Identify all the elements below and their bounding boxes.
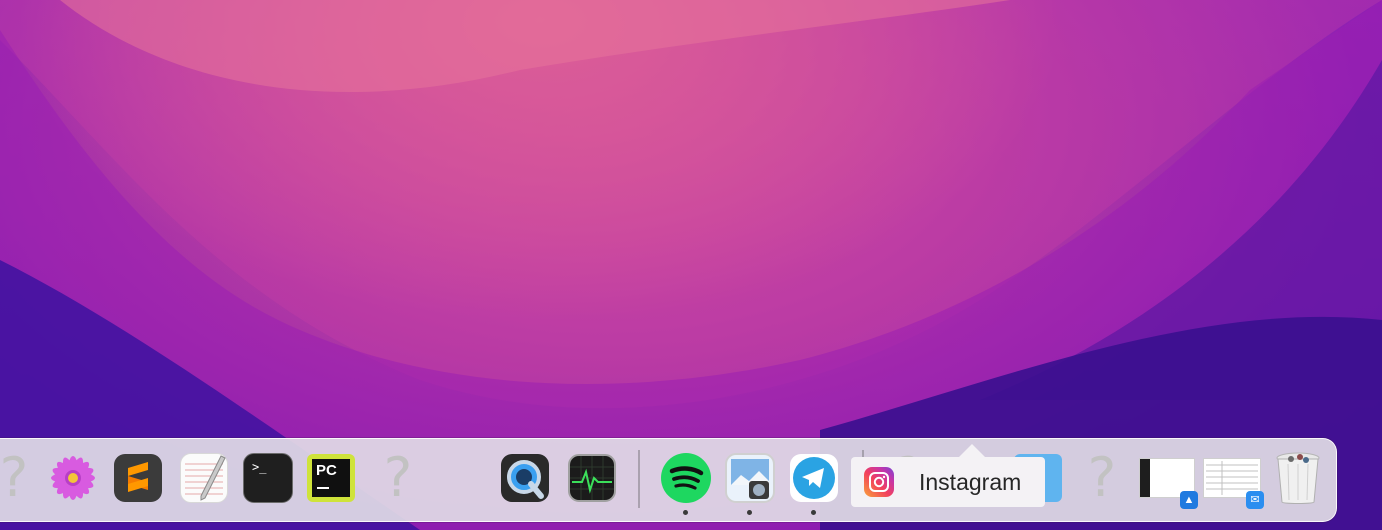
flower-icon [51, 456, 95, 500]
dock-app-unknown-2[interactable]: ? [370, 450, 426, 506]
pycharm-glyph: PC [316, 462, 337, 479]
question-mark-icon: ? [383, 446, 413, 509]
telegram-icon [790, 454, 838, 502]
dock-window-thumbnail-2[interactable]: ✉ [1203, 450, 1264, 509]
dock-app-daisydisk[interactable] [45, 450, 101, 506]
dock-app-sublime-text[interactable] [110, 450, 166, 506]
dock-app-pycharm[interactable]: PC [303, 450, 359, 506]
dock-tooltip: Instagram [851, 457, 1045, 507]
dock-window-thumbnail-1[interactable]: ▲ [1139, 450, 1198, 509]
dock-app-unknown-4[interactable]: ? [1074, 450, 1130, 506]
running-indicator-telegram [811, 510, 816, 515]
dock-app-spotify[interactable] [658, 450, 714, 506]
pycharm-icon: PC [307, 454, 355, 502]
activity-monitor-icon [568, 454, 616, 502]
question-mark-icon: ? [1087, 446, 1117, 509]
running-indicator-spotify [683, 510, 688, 515]
window-thumbnail-icon: ▲ [1139, 458, 1198, 509]
dock-app-quicktime[interactable] [497, 450, 553, 506]
textedit-icon [180, 453, 228, 503]
tooltip-label: Instagram [919, 468, 1022, 495]
preview-icon [725, 453, 775, 503]
instagram-icon [864, 467, 894, 497]
running-indicator-preview [747, 510, 752, 515]
dock-app-preview[interactable] [722, 450, 778, 506]
dock-app-trash[interactable] [1270, 450, 1326, 506]
tooltip-caret [958, 444, 986, 458]
dock-app-activity-monitor[interactable] [564, 450, 620, 506]
terminal-icon: >_ [243, 453, 293, 503]
terminal-glyph: >_ [252, 460, 267, 474]
question-mark-icon: ? [0, 446, 29, 509]
window-thumbnail-icon: ✉ [1203, 458, 1264, 509]
sublime-icon [114, 454, 162, 502]
quicktime-icon [501, 454, 549, 502]
dock-app-terminal[interactable]: >_ [240, 450, 296, 506]
trash-icon [1276, 452, 1320, 504]
dock-app-textedit[interactable] [176, 450, 232, 506]
dock-app-unknown-1[interactable]: ? [0, 450, 42, 506]
dock-app-telegram[interactable] [786, 450, 842, 506]
spotify-icon [661, 453, 711, 503]
dock-divider [638, 450, 640, 508]
